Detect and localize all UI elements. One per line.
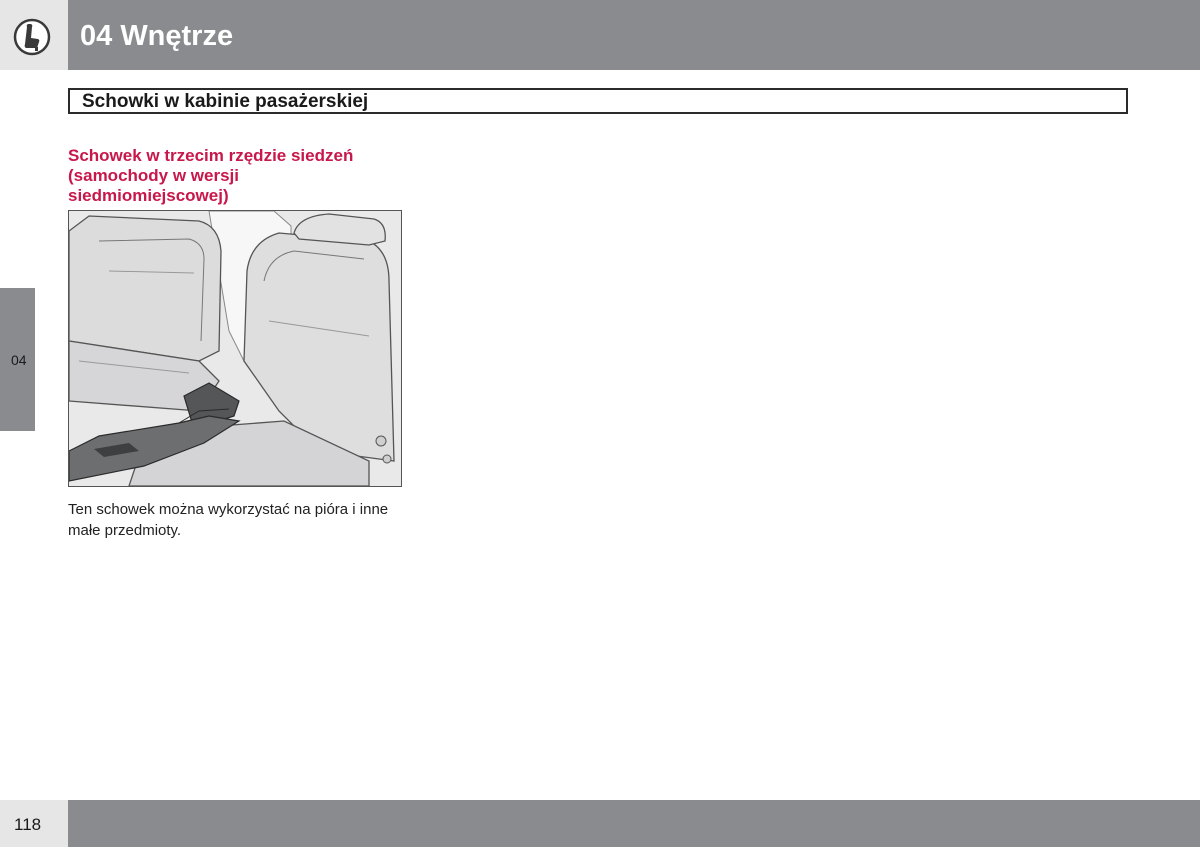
chapter-header: 04 Wnętrze [0,0,1200,70]
page-number: 118 [14,815,42,834]
section-title: Schowki w kabinie pasażerskiej [82,91,369,112]
body-text: Ten schowek można wykorzystać na pióra i… [68,501,389,539]
header-band [68,0,1200,70]
seat-icon [13,18,51,56]
section-heading-box: Schowki w kabinie pasażerskiej [68,88,1128,114]
footer-band [68,800,1200,847]
chapter-title: 04 Wnętrze [80,20,234,52]
header-corner [0,0,68,70]
seat-storage-illustration [68,210,402,487]
manual-page: 04 Wnętrze Schowki w kabinie pasażerskie… [0,0,1200,847]
subheading: Schowek w trzecim rzędzie siedzeń (samoc… [68,146,354,205]
side-tab-label: 04 [11,352,27,368]
page-footer: 118 [0,800,1200,847]
